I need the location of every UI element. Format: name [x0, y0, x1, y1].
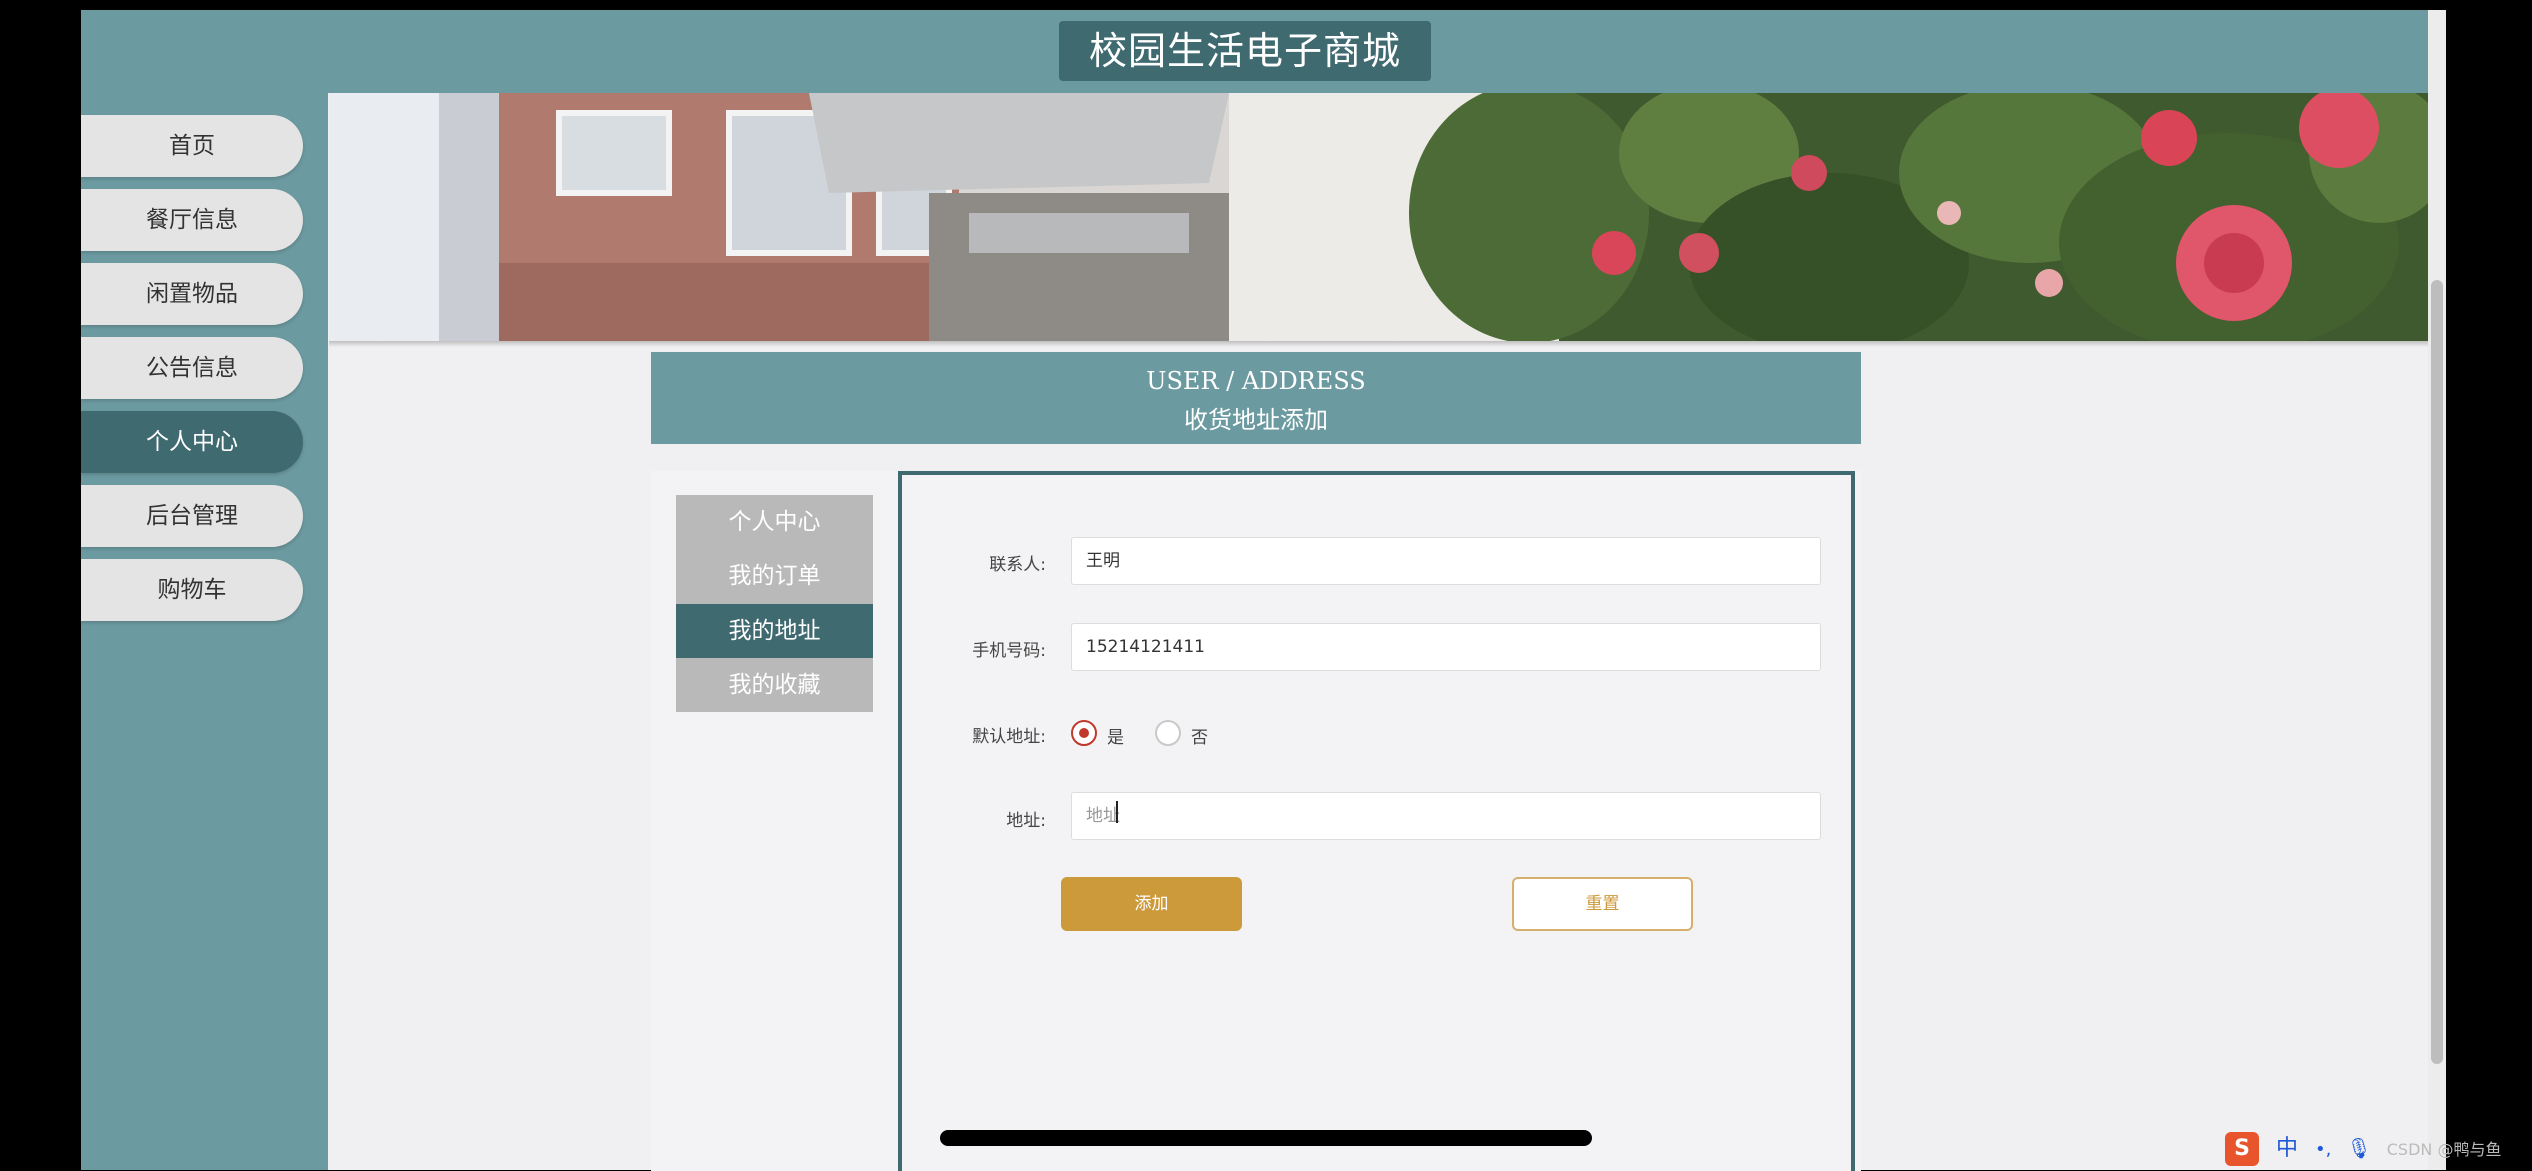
- default-no-label: 否: [1191, 728, 1208, 748]
- contact-label: 联系人:: [989, 555, 1046, 575]
- section-title-cn: 收货地址添加: [1184, 406, 1328, 434]
- watermark-text: CSDN @鸭与鱼: [2386, 1140, 2502, 1159]
- reset-button[interactable]: 重置: [1512, 877, 1693, 931]
- default-yes-radio[interactable]: [1071, 720, 1097, 746]
- sub-nav: 个人中心 我的订单 我的地址 我的收藏: [676, 495, 873, 712]
- sub-nav-my-address[interactable]: 我的地址: [676, 604, 873, 658]
- sidebar-item-idle-goods[interactable]: 闲置物品: [81, 263, 303, 325]
- phone-label: 手机号码:: [972, 641, 1046, 661]
- punctuation-icon[interactable]: •,: [2315, 1139, 2331, 1160]
- address-label: 地址:: [1006, 811, 1046, 831]
- sidebar-item-admin[interactable]: 后台管理: [81, 485, 303, 547]
- section-header: USER / ADDRESS 收货地址添加: [651, 352, 1861, 444]
- microphone-icon[interactable]: 🎙: [2346, 1136, 2371, 1160]
- sogou-logo-icon[interactable]: S: [2225, 1132, 2259, 1166]
- phone-input[interactable]: 15214121411: [1071, 623, 1821, 671]
- text-cursor-icon: [1116, 801, 1118, 823]
- sub-nav-my-favorites[interactable]: 我的收藏: [676, 658, 873, 712]
- contact-input[interactable]: 王明: [1071, 537, 1821, 585]
- banner-image: [329, 93, 2428, 341]
- sidebar-item-announcements[interactable]: 公告信息: [81, 337, 303, 399]
- sidebar-item-restaurant[interactable]: 餐厅信息: [81, 189, 303, 251]
- ime-mode-label[interactable]: 中: [2276, 1136, 2298, 1161]
- default-address-label: 默认地址:: [972, 727, 1046, 747]
- sub-nav-personal-center[interactable]: 个人中心: [676, 495, 873, 549]
- banner-divider: [329, 341, 2428, 347]
- ime-toolbar: S 中 •, 🎙 CSDN @鸭与鱼: [2225, 1128, 2525, 1168]
- site-title: 校园生活电子商城: [1059, 21, 1431, 81]
- home-indicator: [940, 1130, 1592, 1146]
- add-button[interactable]: 添加: [1061, 877, 1242, 931]
- default-yes-label: 是: [1107, 728, 1124, 748]
- sidebar-item-personal-center[interactable]: 个人中心: [81, 411, 303, 473]
- default-no-radio[interactable]: [1155, 720, 1181, 746]
- sidebar-item-home[interactable]: 首页: [81, 115, 303, 177]
- top-bar: 校园生活电子商城: [81, 10, 2428, 93]
- address-input[interactable]: 地址: [1071, 792, 1821, 840]
- sidebar-item-cart[interactable]: 购物车: [81, 559, 303, 621]
- section-title-en: USER / ADDRESS: [1146, 367, 1366, 395]
- scrollbar-thumb[interactable]: [2431, 280, 2443, 1064]
- sub-nav-my-orders[interactable]: 我的订单: [676, 549, 873, 603]
- sidebar: 首页 餐厅信息 闲置物品 公告信息 个人中心 后台管理 购物车: [81, 93, 328, 1170]
